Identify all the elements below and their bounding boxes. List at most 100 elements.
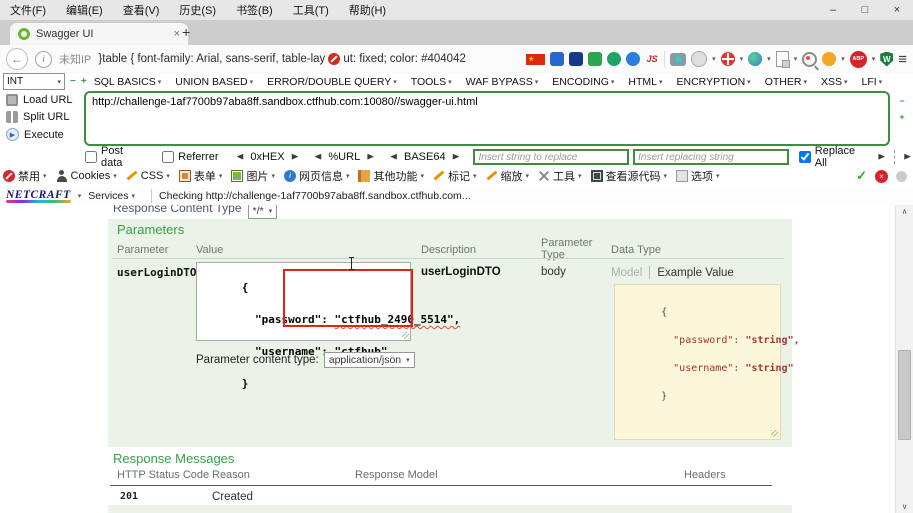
hackbar-url-textarea[interactable]: http://challenge-1af7700b97aba8ff.sandbo… xyxy=(84,91,890,146)
tab-close-icon[interactable]: × xyxy=(174,28,180,40)
load-url-button[interactable]: Load URL xyxy=(0,92,82,109)
adblock-icon[interactable]: ABP xyxy=(850,51,867,68)
china-flag-icon[interactable]: ★ xyxy=(526,54,545,65)
tab-model[interactable]: Model xyxy=(611,267,642,279)
preset-select[interactable]: INT ▾ xyxy=(3,73,65,90)
remove-preset-icon[interactable]: − xyxy=(70,76,76,87)
hamburger-menu-icon[interactable]: ≡ xyxy=(898,51,907,68)
misc-menu[interactable]: 其他功能▾ xyxy=(358,168,424,184)
menu-html[interactable]: HTML▾ xyxy=(621,76,669,88)
maximize-icon[interactable]: □ xyxy=(849,0,881,20)
menu-waf-bypass[interactable]: WAF BYPASS▾ xyxy=(459,76,546,88)
url-bar[interactable]: }table { font-family: Arial, sans-serif,… xyxy=(98,53,519,65)
smiley-icon[interactable] xyxy=(822,52,836,66)
dropdown-caret-icon[interactable]: ▾ xyxy=(740,55,744,63)
close-icon[interactable]: × xyxy=(881,0,913,20)
execute-button[interactable]: ▶ Execute xyxy=(0,126,82,144)
green-download-icon[interactable] xyxy=(588,52,602,66)
menu-error-double-query[interactable]: ERROR/DOUBLE QUERY▾ xyxy=(260,76,404,88)
menu-tools[interactable]: 工具(T) xyxy=(293,2,329,18)
parameter-value-textarea[interactable]: { "password": "ctfhub_2490_5514", "usern… xyxy=(196,262,411,341)
tab-example-value[interactable]: Example Value xyxy=(657,267,734,279)
menu-help[interactable]: 帮助(H) xyxy=(349,2,386,18)
replace-with-input[interactable] xyxy=(633,149,789,165)
dropdown-caret-icon[interactable]: ▾ xyxy=(872,55,876,63)
page-info-menu[interactable]: 网页信息▾ xyxy=(284,168,350,184)
netcraft-logo[interactable]: NETCRAFT xyxy=(6,189,71,203)
valid-check-icon[interactable]: ✓ xyxy=(856,168,867,184)
vertical-scrollbar[interactable]: ∧ ∨ xyxy=(895,205,913,513)
images-menu[interactable]: 图片▾ xyxy=(231,168,275,184)
screenshot-icon[interactable] xyxy=(670,53,686,66)
back-icon[interactable]: ← xyxy=(6,48,28,70)
options-menu[interactable]: 选项▾ xyxy=(676,168,720,184)
site-info-icon[interactable]: i xyxy=(35,51,52,68)
error-cross-icon[interactable]: × xyxy=(875,170,888,183)
example-value-box[interactable]: { "password": "string", "username": "str… xyxy=(614,284,781,440)
menu-sql-basics[interactable]: SQL BASICS▾ xyxy=(87,76,169,88)
disable-menu[interactable]: 禁用▾ xyxy=(3,168,47,184)
tools-menu[interactable]: 工具▾ xyxy=(538,168,582,184)
red-globe-icon[interactable] xyxy=(721,52,735,66)
encode-right-icon[interactable]: ► xyxy=(365,152,376,163)
services-menu[interactable]: Services▾ xyxy=(88,190,135,202)
dropdown-caret-icon[interactable]: ▾ xyxy=(794,55,798,63)
menu-union-based[interactable]: UNION BASED▾ xyxy=(168,76,260,88)
idle-dot-icon[interactable] xyxy=(896,171,907,182)
magnifier-icon[interactable] xyxy=(802,52,817,67)
cookies-menu[interactable]: Cookies▾ xyxy=(56,170,117,182)
parameter-content-type-select[interactable]: application/json ▾ xyxy=(324,352,415,368)
page-capture-icon[interactable] xyxy=(776,51,789,67)
apply-replace-icon[interactable]: ► xyxy=(902,152,913,163)
blocked-badge-icon[interactable] xyxy=(328,53,340,65)
menu-other[interactable]: OTHER▾ xyxy=(758,76,814,88)
scrollbar-thumb[interactable] xyxy=(898,350,911,440)
mask-icon[interactable] xyxy=(691,51,707,67)
menu-encryption[interactable]: ENCRYPTION▾ xyxy=(670,76,758,88)
scroll-up-icon[interactable]: ∧ xyxy=(896,207,913,216)
dropdown-caret-icon[interactable]: ▾ xyxy=(767,55,771,63)
replace-all-checkbox[interactable] xyxy=(799,151,811,163)
translator-icon[interactable] xyxy=(550,52,564,66)
minimize-icon[interactable]: – xyxy=(817,0,849,20)
split-url-button[interactable]: Split URL xyxy=(0,109,82,126)
blue-circle-icon[interactable] xyxy=(626,52,640,66)
green-circle-icon[interactable] xyxy=(607,52,621,66)
dropdown-caret-icon[interactable]: ▾ xyxy=(841,55,845,63)
menu-encoding[interactable]: ENCODING▾ xyxy=(545,76,621,88)
wot-shield-icon[interactable]: W xyxy=(880,52,893,67)
forms-menu[interactable]: 表单▾ xyxy=(179,168,223,184)
green-globe-icon[interactable] xyxy=(748,52,762,66)
menu-xss[interactable]: XSS▾ xyxy=(814,76,855,88)
replace-search-input[interactable] xyxy=(473,149,629,165)
decode-left-icon[interactable]: ◄ xyxy=(234,152,245,163)
collapse-icon[interactable]: − xyxy=(897,96,907,106)
tab-swagger-ui[interactable]: Swagger UI × xyxy=(10,23,188,45)
new-tab-button[interactable]: + xyxy=(182,24,190,40)
menu-history[interactable]: 历史(S) xyxy=(179,2,216,18)
js-badge-icon[interactable]: JS xyxy=(645,52,659,66)
css-menu[interactable]: CSS▾ xyxy=(126,170,170,182)
menu-view[interactable]: 查看(V) xyxy=(123,2,160,18)
menu-tools[interactable]: TOOLS▾ xyxy=(404,76,459,88)
resize-menu[interactable]: 缩放▾ xyxy=(486,168,530,184)
expand-icon[interactable]: + xyxy=(897,112,907,122)
dropdown-caret-icon[interactable]: ▾ xyxy=(712,55,716,63)
menu-bookmarks[interactable]: 书签(B) xyxy=(236,2,273,18)
scroll-down-icon[interactable]: ∨ xyxy=(896,502,913,511)
decode-left-icon[interactable]: ◄ xyxy=(313,152,324,163)
view-source-menu[interactable]: 查看源代码▾ xyxy=(591,168,668,184)
dropdown-caret-icon[interactable]: ▾ xyxy=(78,192,82,200)
menu-file[interactable]: 文件(F) xyxy=(10,2,46,18)
menu-edit[interactable]: 编辑(E) xyxy=(66,2,103,18)
apply-replace-icon[interactable]: ► xyxy=(876,152,887,163)
encode-right-icon[interactable]: ► xyxy=(290,152,301,163)
encode-right-icon[interactable]: ► xyxy=(451,152,462,163)
navy-app-icon[interactable] xyxy=(569,52,583,66)
post-data-checkbox[interactable] xyxy=(85,151,97,163)
response-content-type-select[interactable]: */* ▾ xyxy=(248,205,278,219)
menu-lfi[interactable]: LFI▾ xyxy=(854,76,889,88)
outline-menu[interactable]: 标记▾ xyxy=(433,168,477,184)
decode-left-icon[interactable]: ◄ xyxy=(388,152,399,163)
referrer-checkbox[interactable] xyxy=(162,151,174,163)
